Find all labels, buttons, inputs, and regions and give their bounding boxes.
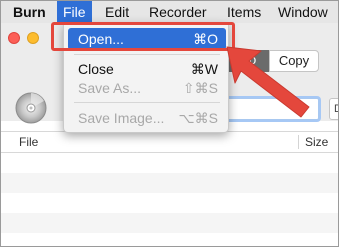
- menu-item-save-as: Save As... ⇧⌘S: [68, 77, 226, 99]
- menu-item-save-as-label: Save As...: [78, 80, 142, 96]
- list-row[interactable]: [1, 213, 338, 233]
- menu-recorder[interactable]: Recorder: [149, 1, 207, 23]
- menu-item-save-as-shortcut: ⇧⌘S: [182, 80, 218, 96]
- list-row[interactable]: [1, 233, 338, 246]
- menu-separator: [74, 54, 220, 55]
- list-row[interactable]: [1, 153, 338, 173]
- file-list[interactable]: [1, 153, 338, 246]
- menu-bar: Burn File Edit Recorder Items Window: [1, 1, 338, 23]
- menu-app-burn[interactable]: Burn: [13, 1, 46, 23]
- list-row[interactable]: [1, 173, 338, 193]
- annotation-arrow-icon: [226, 46, 310, 118]
- list-row[interactable]: [1, 193, 338, 213]
- menu-edit[interactable]: Edit: [105, 1, 129, 23]
- menu-file[interactable]: File: [57, 1, 92, 23]
- annotation-highlight-box: [51, 22, 235, 51]
- disc-icon: [15, 92, 47, 124]
- column-file[interactable]: File: [19, 132, 38, 152]
- close-window-button[interactable]: [8, 32, 20, 44]
- column-divider: [298, 135, 299, 149]
- column-size[interactable]: Size: [305, 132, 328, 152]
- menu-item-save-image-shortcut: ⌥⌘S: [178, 110, 218, 126]
- side-button[interactable]: D: [329, 98, 338, 120]
- minimize-window-button[interactable]: [27, 32, 39, 44]
- screenshot-frame: Burn File Edit Recorder Items Window ide…: [0, 0, 339, 247]
- menu-items[interactable]: Items: [227, 1, 261, 23]
- file-list-header: File Size: [1, 131, 338, 153]
- menu-item-save-image-label: Save Image...: [78, 110, 165, 126]
- menu-item-save-image: Save Image... ⌥⌘S: [68, 107, 226, 129]
- menu-window[interactable]: Window: [278, 1, 328, 23]
- menu-separator: [74, 102, 220, 103]
